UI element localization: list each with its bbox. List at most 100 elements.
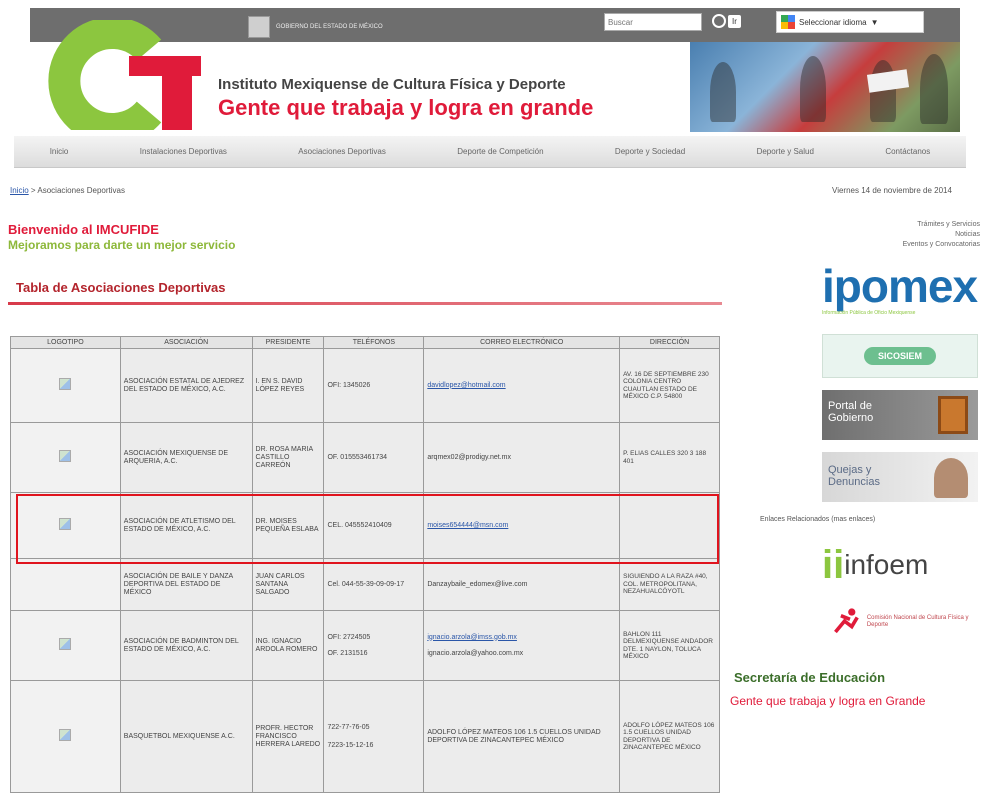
association-cell: ASOCIACIÓN MEXIQUENSE DE ARQUERIA, A.C. [119, 422, 253, 493]
search-button-label: Ir [728, 14, 741, 28]
nav-instalaciones[interactable]: Instalaciones Deportivas [140, 147, 227, 156]
logo-cell [10, 610, 121, 681]
broken-image-icon [59, 450, 72, 462]
brand-block: Instituto Mexiquense de Cultura Física y… [218, 76, 593, 121]
google-translate-icon [781, 15, 795, 29]
page: GOBIERNO DEL ESTADO DE MÉXICO Ir Selecci… [0, 0, 982, 812]
person-silhouette [710, 62, 736, 122]
logo-cell [10, 348, 121, 423]
sicosiem-banner[interactable]: SICOSIEM [822, 334, 978, 378]
nav-salud[interactable]: Deporte y Salud [757, 147, 814, 156]
person-icon [934, 458, 968, 498]
slogan: Gente que trabaja y logra en grande [218, 95, 594, 120]
broken-image-icon [59, 729, 72, 741]
ipomex-banner[interactable]: ipomex Información Pública de Oficio Mex… [822, 262, 982, 324]
address-cell: SIGUIENDO A LA RAZA #40, COL. METROPOLIT… [619, 558, 720, 611]
door-icon [938, 396, 968, 434]
sep-title[interactable]: Secretaría de Educación [734, 670, 885, 685]
phone-cell: Cel. 044-55-39-09-09-17 [323, 558, 425, 611]
email-link[interactable]: davidlopez@hotmail.com [427, 382, 505, 389]
sidebar-link-tramites[interactable]: Trámites y Servicios [836, 220, 980, 230]
email-cell: arqmex02@prodigy.net.mx [423, 422, 621, 493]
email-link[interactable]: ignacio.arzola@imss.gob.mx [427, 634, 517, 641]
email-cell: ADOLFO LÓPEZ MATEOS 106 1.5 CUELLOS UNID… [423, 680, 621, 793]
association-cell: ASOCIACIÓN DE BADMINTON DEL ESTADO DE MÉ… [119, 610, 253, 681]
nav-sociedad[interactable]: Deporte y Sociedad [615, 147, 685, 156]
broken-image-icon [59, 378, 72, 390]
sidebar-link-eventos[interactable]: Eventos y Convocatorias [836, 240, 980, 250]
breadcrumb: Inicio > Asociaciones Deportivas [10, 186, 125, 195]
runner-body [834, 613, 859, 634]
sidebar-links: Trámites y Servicios Noticias Eventos y … [836, 220, 980, 250]
language-select-label: Seleccionar idioma [799, 17, 867, 27]
phone-cell: OF. 015553461734 [323, 422, 425, 493]
email-text: ignacio.arzola@yahoo.com.mx [427, 649, 524, 657]
gov-logo-text: GOBIERNO DEL ESTADO DE MÉXICO [276, 23, 383, 30]
column-header: PRESIDENTE [251, 336, 325, 349]
associations-table: LOGOTIPO ASOCIACIÓN PRESIDENTE TELÉFONOS… [10, 336, 720, 793]
logo-cell [10, 558, 121, 611]
address-cell [619, 492, 720, 559]
president-cell: PROFR. HECTOR FRANCISCO HERRERA LAREDO [251, 680, 325, 793]
current-date: Viernes 14 de noviembre de 2014 [832, 186, 952, 195]
table-row: BASQUETBOL MEXIQUENSE A.C. PROFR. HECTOR… [10, 680, 720, 793]
phone-cell: OFI: 1345026 [323, 348, 425, 423]
infoem-banner[interactable]: ii infoem [822, 538, 982, 592]
conade-banner[interactable]: Comisión Nacional de Cultura Física y De… [830, 604, 980, 640]
email-cell: Danzaybaile_edomex@live.com [423, 558, 621, 611]
runner-icon [834, 608, 859, 634]
email-text: Danzaybaile_edomex@live.com [427, 580, 528, 588]
table-header-row: LOGOTIPO ASOCIACIÓN PRESIDENTE TELÉFONOS… [10, 336, 720, 349]
infoem-logo: infoem [844, 549, 929, 580]
table-row: ASOCIACIÓN ESTATAL DE AJEDREZ DEL ESTADO… [10, 348, 720, 423]
president-cell: JUAN CARLOS SANTANA SALGADO [251, 558, 325, 611]
association-cell: BASQUETBOL MEXIQUENSE A.C. [119, 680, 253, 793]
phone-value: 722-77-76-05 [327, 723, 370, 731]
phone-cell: 722-77-76-05 7223-15-12-16 [323, 680, 425, 793]
email-cell: davidlopez@hotmail.com [423, 348, 621, 423]
phone-value: CEL. 045552410409 [327, 521, 392, 529]
address-cell: AV. 16 DE SEPTIEMBRE 230 COLONIA CENTRO … [619, 348, 720, 423]
sidebar-link-noticias[interactable]: Noticias [836, 230, 980, 240]
quejas-label: Quejas y Denuncias [828, 464, 880, 488]
phone-value: OFI: 2724505 [327, 633, 371, 641]
email-link[interactable]: moises654444@msn.com [427, 522, 508, 529]
related-links-heading[interactable]: Enlaces Relacionados (mas enlaces) [760, 516, 875, 523]
institute-name: Instituto Mexiquense de Cultura Física y… [218, 76, 566, 93]
email-text: arqmex02@prodigy.net.mx [427, 453, 511, 461]
conade-text: Comisión Nacional de Cultura Física y De… [866, 615, 969, 628]
table-row: ASOCIACIÓN MEXIQUENSE DE ARQUERIA, A.C. … [10, 422, 720, 493]
address-cell: P. ELIAS CALLES 320 3 188 401 [619, 422, 720, 493]
table-row: ASOCIACIÓN DE ATLETISMO DEL ESTADO DE MÉ… [10, 492, 720, 559]
quejas-banner[interactable]: Quejas y Denuncias [822, 452, 978, 502]
nav-inicio[interactable]: Inicio [50, 147, 69, 156]
nav-competicion[interactable]: Deporte de Competición [457, 147, 543, 156]
nav-asociaciones[interactable]: Asociaciones Deportivas [298, 147, 386, 156]
imcufide-logo[interactable] [34, 20, 204, 130]
phone-value: OF. 2131516 [327, 649, 368, 657]
search-button[interactable]: Ir [712, 10, 752, 32]
welcome-title: Bienvenido al IMCUFIDE [8, 222, 159, 237]
person-silhouette [920, 54, 948, 124]
phone-cell: OFI: 2724505 OF. 2131516 [323, 610, 425, 681]
logo-g-arc [48, 20, 162, 130]
column-header: TELÉFONOS [323, 336, 425, 349]
association-cell: ASOCIACIÓN ESTATAL DE AJEDREZ DEL ESTADO… [119, 348, 253, 423]
column-header: CORREO ELECTRÓNICO [423, 336, 621, 349]
phone-value: 7223-15-12-16 [327, 741, 374, 749]
site-header: GOBIERNO DEL ESTADO DE MÉXICO Ir Selecci… [0, 0, 982, 178]
gov-logo[interactable]: GOBIERNO DEL ESTADO DE MÉXICO [248, 14, 388, 40]
section-title: Tabla de Asociaciones Deportivas [16, 280, 226, 295]
language-select[interactable]: Seleccionar idioma ▼ [776, 11, 924, 33]
column-header: LOGOTIPO [10, 336, 121, 349]
email-cell: moises654444@msn.com [423, 492, 621, 559]
portal-gobierno-banner[interactable]: Portal de Gobierno [822, 390, 978, 440]
nav-contacto[interactable]: Contáctanos [885, 147, 930, 156]
logo-cell [10, 680, 121, 793]
logo-cell [10, 422, 121, 493]
infoem-mark: ii [822, 543, 845, 587]
phone-value: OFI: 1345026 [327, 381, 371, 389]
search-input[interactable] [604, 13, 702, 31]
breadcrumb-home-link[interactable]: Inicio [10, 186, 29, 195]
association-cell: ASOCIACIÓN DE BAILE Y DANZA DEPORTIVA DE… [119, 558, 253, 611]
